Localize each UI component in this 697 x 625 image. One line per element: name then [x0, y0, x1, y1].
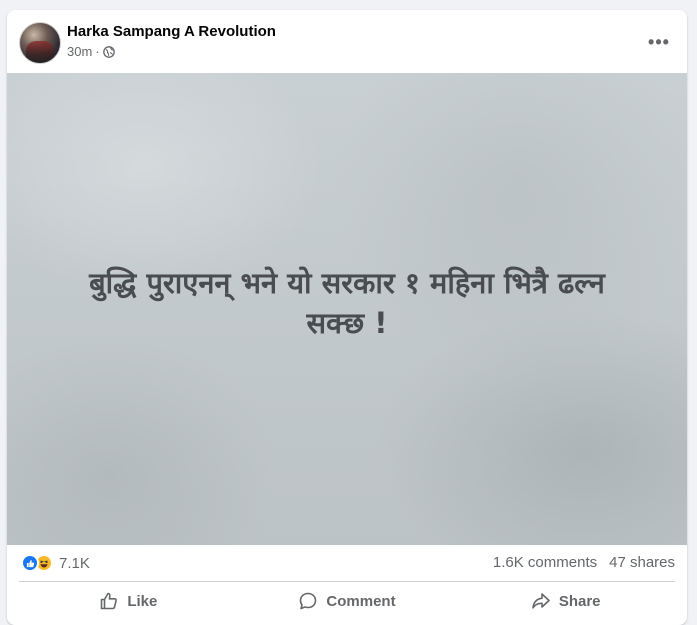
post-image-text: बुद्धि पुराएनन् भने यो सरकार १ महिना भित…	[37, 263, 657, 343]
post-image-text-line2: सक्छ !	[306, 306, 388, 340]
comment-bubble-icon	[300, 592, 317, 610]
like-label: Like	[127, 592, 158, 610]
author-name[interactable]: Harka Sampang A Revolution	[67, 23, 276, 40]
globe-icon[interactable]	[102, 45, 115, 58]
post-image-text-line1: बुद्धि पुराएनन् भने यो सरकार १ महिना भित…	[89, 266, 605, 300]
more-options-button[interactable]: •••	[645, 28, 673, 56]
share-arrow-icon	[532, 593, 550, 609]
share-label: Share	[558, 592, 601, 610]
more-icon: •••	[648, 31, 670, 52]
share-button[interactable]: Share	[456, 582, 675, 620]
post-image[interactable]: बुद्धि पुराएनन् भने यो सरकार १ महिना भित…	[7, 73, 687, 545]
like-reaction-icon	[21, 554, 39, 572]
shares-count[interactable]: 47 shares	[609, 554, 675, 571]
post-stats: 7.1K 1.6K comments 47 shares	[7, 545, 687, 581]
post-header: Harka Sampang A Revolution 30m · •••	[7, 10, 687, 73]
thumbs-up-icon	[101, 592, 118, 610]
comment-button[interactable]: Comment	[238, 582, 457, 620]
reaction-count: 7.1K	[59, 554, 90, 572]
post-time[interactable]: 30m	[67, 44, 92, 59]
comment-label: Comment	[326, 592, 396, 610]
post-actions: Like Comment Share	[19, 582, 675, 620]
meta-separator: ·	[95, 44, 100, 59]
comments-count[interactable]: 1.6K comments	[493, 554, 597, 571]
post-meta: 30m ·	[67, 44, 115, 59]
like-button[interactable]: Like	[19, 582, 238, 620]
post-card: Harka Sampang A Revolution 30m · ••• बुद…	[7, 10, 687, 625]
engagement-counts: 1.6K comments 47 shares	[493, 554, 675, 571]
reactions-summary[interactable]: 7.1K	[21, 554, 90, 572]
author-avatar[interactable]	[19, 22, 61, 64]
